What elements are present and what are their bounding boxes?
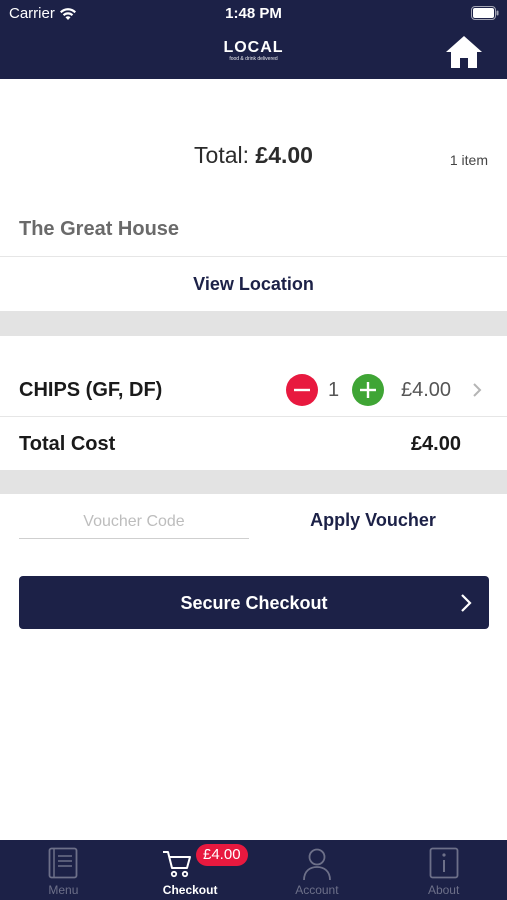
clock: 1:48 PM: [225, 5, 282, 22]
chevron-right-icon[interactable]: [470, 382, 484, 398]
section-separator: [0, 470, 507, 494]
top-bar: Carrier 1:48 PM LOCAL food & drink deliv…: [0, 0, 507, 79]
user-icon: [302, 848, 331, 881]
logo-tagline: food & drink delivered: [229, 56, 278, 62]
order-total: Total: £4.00: [0, 142, 507, 169]
secure-checkout-label: Secure Checkout: [180, 593, 328, 613]
section-separator: [0, 311, 507, 336]
tab-about[interactable]: About: [380, 840, 507, 900]
total-cost-label: Total Cost: [19, 433, 116, 455]
tab-bar: Menu Checkout Account About £4.00: [0, 840, 507, 900]
minus-icon: [294, 388, 310, 392]
logo-text: LOCAL: [223, 39, 284, 56]
view-location-button[interactable]: View Location: [0, 257, 507, 311]
tab-checkout-label: Checkout: [162, 883, 218, 897]
total-cost-row: Total Cost £4.00: [0, 418, 507, 470]
order-total-summary: Total: £4.00 1 item: [0, 138, 507, 174]
info-icon: [429, 847, 459, 879]
apply-voucher-button[interactable]: Apply Voucher: [262, 510, 484, 531]
cart-total-badge: £4.00: [196, 844, 248, 866]
secure-checkout-button[interactable]: Secure Checkout: [19, 576, 489, 629]
venue-name: The Great House: [19, 218, 180, 240]
tab-account[interactable]: Account: [254, 840, 381, 900]
tab-menu-label: Menu: [48, 883, 79, 897]
status-bar: Carrier 1:48 PM: [0, 0, 507, 28]
voucher-code-input[interactable]: [19, 505, 249, 539]
total-value: £4.00: [255, 142, 313, 168]
item-price: £4.00: [401, 379, 452, 401]
item-count: 1 item: [449, 152, 488, 168]
battery-icon: [471, 6, 499, 20]
item-name: CHIPS (GF, DF): [19, 379, 163, 401]
menu-book-icon: [48, 847, 78, 879]
basket-item: CHIPS (GF, DF) 1 £4.00: [0, 364, 507, 416]
cart-icon: [163, 851, 192, 878]
home-icon[interactable]: [445, 34, 483, 70]
app-logo: LOCAL food & drink delivered: [0, 40, 507, 63]
tab-menu[interactable]: Menu: [0, 840, 127, 900]
tab-account-label: Account: [295, 883, 339, 897]
decrease-quantity-button[interactable]: [286, 374, 318, 406]
total-cost-value: £4.00: [410, 433, 461, 455]
divider: [0, 416, 507, 417]
item-quantity: 1: [328, 379, 340, 401]
increase-quantity-button[interactable]: [352, 374, 384, 406]
plus-icon: [360, 382, 376, 398]
chevron-right-icon: [461, 594, 472, 612]
total-label: Total:: [194, 142, 250, 168]
tab-about-label: About: [427, 883, 460, 897]
